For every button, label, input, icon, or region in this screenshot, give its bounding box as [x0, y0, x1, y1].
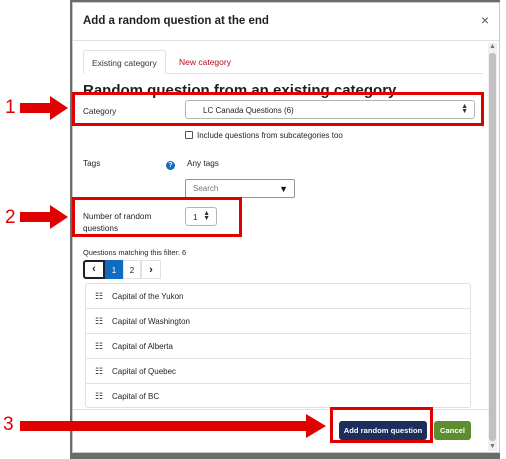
arrow-icon: [20, 414, 326, 438]
cancel-button[interactable]: Cancel: [434, 421, 471, 440]
annotation-box-add-button: [330, 407, 433, 443]
arrow-icon: [20, 96, 68, 120]
question-list-icon: ☷: [95, 291, 104, 301]
modal-header: Add a random question at the end ×: [73, 3, 499, 41]
list-item: ☷ Capital of Quebec: [86, 359, 470, 384]
close-icon[interactable]: ×: [481, 12, 489, 28]
question-name: Capital of Washington: [112, 317, 190, 326]
tab-existing-category[interactable]: Existing category: [83, 50, 166, 74]
question-name: Capital of the Yukon: [112, 292, 184, 301]
list-item: ☷ Capital of Alberta: [86, 334, 470, 359]
annotation-box-number: [72, 197, 242, 237]
question-list-icon: ☷: [95, 341, 104, 351]
question-name: Capital of BC: [112, 392, 160, 401]
scrollbar-thumb[interactable]: [489, 53, 496, 441]
matching-count: Questions matching this filter: 6: [83, 248, 187, 257]
tags-value: Any tags: [187, 159, 219, 168]
list-item: ☷ Capital of Washington: [86, 309, 470, 334]
dropdown-caret-icon[interactable]: ▼: [279, 184, 288, 194]
tab-new-category[interactable]: New category: [171, 50, 239, 74]
page-2-button[interactable]: 2: [123, 260, 141, 279]
annotation-number-2: 2: [5, 207, 16, 228]
question-name: Capital of Quebec: [112, 367, 177, 376]
subcategories-checkbox[interactable]: [185, 131, 193, 139]
arrow-icon: [20, 205, 68, 229]
question-list-icon: ☷: [95, 316, 104, 326]
tags-search-field[interactable]: ▼: [185, 179, 295, 198]
question-name: Capital of Alberta: [112, 342, 173, 351]
help-icon[interactable]: ?: [166, 161, 175, 170]
scroll-down-icon[interactable]: ▼: [489, 443, 496, 451]
question-list-icon: ☷: [95, 391, 104, 401]
modal-title: Add a random question at the end: [83, 15, 269, 27]
tags-search-input[interactable]: [186, 180, 276, 197]
question-list-icon: ☷: [95, 366, 104, 376]
list-item: ☷ Capital of the Yukon: [86, 284, 470, 309]
question-list: ☷ Capital of the Yukon ☷ Capital of Wash…: [85, 283, 471, 408]
annotation-box-category: [72, 92, 484, 126]
list-item: ☷ Capital of BC: [86, 384, 470, 409]
subcategories-option[interactable]: Include questions from subcategories too: [185, 131, 343, 140]
scroll-up-icon[interactable]: ▲: [489, 43, 496, 51]
next-page-button[interactable]: ›: [141, 260, 161, 279]
category-tabs: Existing category New category: [83, 50, 483, 74]
scrollbar[interactable]: ▲ ▼: [488, 43, 497, 451]
annotation-number-1: 1: [5, 97, 16, 118]
subcategories-label: Include questions from subcategories too: [197, 131, 343, 140]
page-1-button[interactable]: 1: [105, 260, 123, 279]
annotation-number-3: 3: [3, 414, 14, 435]
prev-page-button[interactable]: ‹: [83, 260, 105, 279]
tags-label: Tags: [83, 159, 101, 168]
